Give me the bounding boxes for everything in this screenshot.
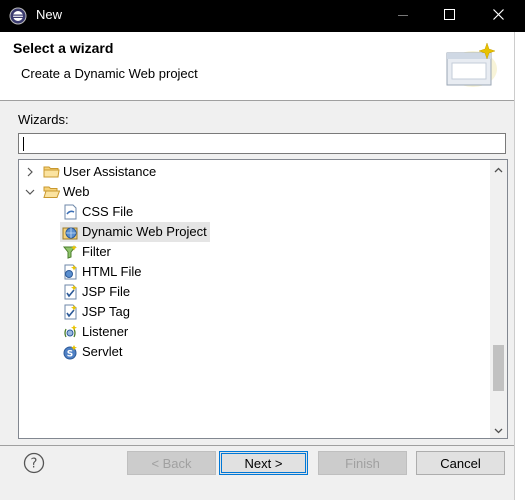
finish-button[interactable]: Finish [318, 451, 407, 475]
tree-item-servlet[interactable]: S Servlet [19, 342, 489, 362]
minimize-icon [398, 7, 408, 25]
close-icon [493, 7, 504, 25]
tree-item-jsp-file[interactable]: JSP File [19, 282, 489, 302]
window-title: New [36, 7, 63, 22]
tree-item-label: User Assistance [63, 164, 157, 179]
back-button[interactable]: < Back [127, 451, 216, 475]
tree-item-web[interactable]: Web [19, 182, 489, 202]
chevron-down-icon[interactable] [23, 182, 37, 202]
tree-item-label: HTML File [82, 264, 142, 279]
scroll-down-button[interactable] [490, 421, 507, 438]
scroll-up-button[interactable] [490, 160, 507, 177]
wizard-tree[interactable]: User Assistance Web CSS File Dynamic Web… [18, 159, 508, 439]
tree-scrollbar[interactable] [490, 160, 507, 438]
tree-item-label: JSP Tag [82, 304, 130, 319]
chevron-right-icon[interactable] [23, 162, 37, 182]
css-file-icon [62, 204, 79, 220]
folder-open-icon [43, 184, 61, 200]
tree-item-label: Dynamic Web Project [82, 224, 207, 239]
filter-icon [62, 244, 79, 260]
tree-item-filter[interactable]: Filter [19, 242, 489, 262]
jsp-tag-icon [62, 304, 79, 320]
wizard-header: Select a wizard Create a Dynamic Web pro… [0, 32, 525, 101]
page-title: Select a wizard [13, 40, 114, 56]
tree-item-dynamic-web-project[interactable]: Dynamic Web Project [19, 222, 489, 242]
minimize-button[interactable] [380, 0, 426, 32]
svg-text:S: S [67, 350, 73, 360]
page-description: Create a Dynamic Web project [21, 66, 198, 81]
wizard-filter-input[interactable] [18, 133, 506, 154]
eclipse-icon [9, 7, 27, 25]
tree-item-html-file[interactable]: HTML File [19, 262, 489, 282]
help-icon[interactable]: ? [23, 452, 45, 474]
background-editor-edge [514, 32, 525, 500]
tree-item-jsp-tag[interactable]: JSP Tag [19, 302, 489, 322]
button-bar-separator [0, 445, 514, 446]
chevron-down-icon [494, 421, 503, 439]
close-button[interactable] [472, 0, 525, 32]
web-project-icon [62, 224, 79, 240]
tree-item-label: Filter [82, 244, 111, 259]
tree-item-label: Web [63, 184, 90, 199]
servlet-icon: S [62, 344, 79, 360]
title-bar: New [0, 0, 525, 32]
tree-item-label: JSP File [82, 284, 131, 299]
cancel-button[interactable]: Cancel [416, 451, 505, 475]
folder-icon [43, 164, 60, 180]
tree-item-user-assistance[interactable]: User Assistance [19, 162, 489, 182]
new-wizard-banner-icon [443, 39, 499, 91]
listener-icon [62, 324, 79, 340]
maximize-icon [443, 7, 455, 25]
tree-item-listener[interactable]: Listener [19, 322, 489, 342]
text-caret [23, 137, 24, 151]
tree-item-css-file[interactable]: CSS File [19, 202, 489, 222]
chevron-up-icon [494, 160, 503, 178]
tree-item-label: Listener [82, 324, 129, 339]
svg-text:?: ? [31, 457, 38, 472]
tree-item-label: CSS File [82, 204, 134, 219]
next-button[interactable]: Next > [219, 451, 308, 475]
scrollbar-thumb[interactable] [493, 345, 504, 392]
maximize-button[interactable] [426, 0, 472, 32]
html-file-icon [62, 264, 79, 280]
wizard-body: Wizards: User Assistance Web CSS File Dy… [0, 101, 514, 500]
jsp-file-icon [62, 284, 79, 300]
wizards-label: Wizards: [18, 112, 69, 127]
tree-item-label: Servlet [82, 344, 123, 359]
